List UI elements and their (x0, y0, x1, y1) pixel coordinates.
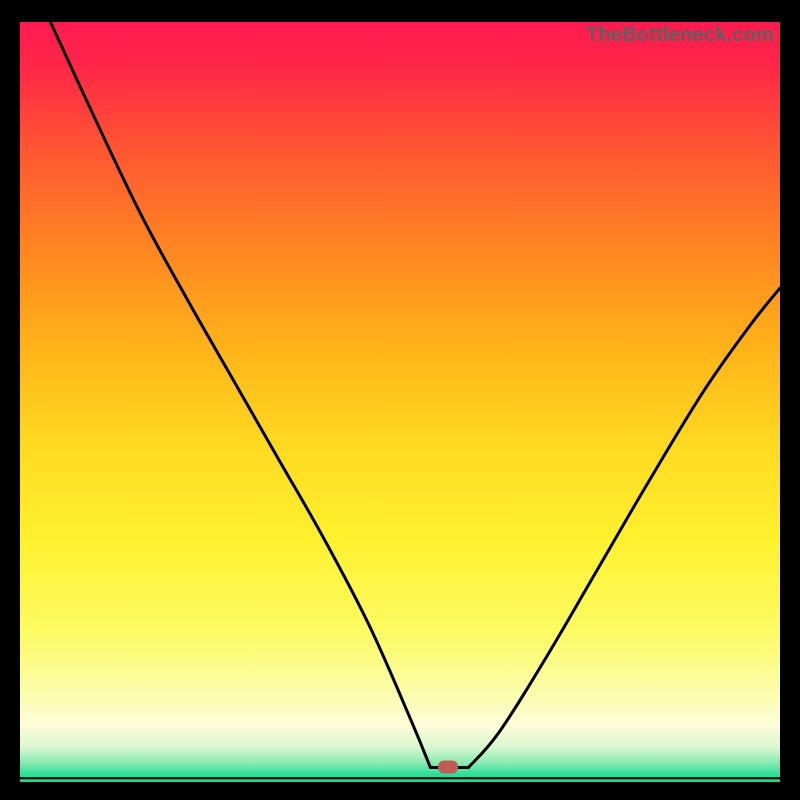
watermark-text: TheBottleneck.com (586, 24, 774, 47)
chart-frame: TheBottleneck.com (20, 22, 780, 782)
optimum-marker (438, 761, 458, 774)
bottleneck-chart (20, 22, 780, 782)
gradient-background (20, 22, 780, 782)
